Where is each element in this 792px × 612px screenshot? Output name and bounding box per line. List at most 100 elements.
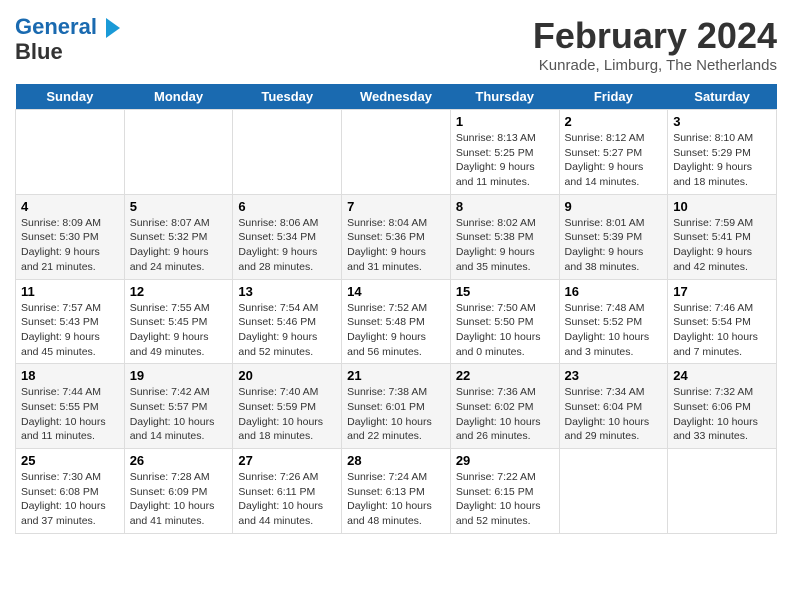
day-info: Sunrise: 8:06 AMSunset: 5:34 PMDaylight:… bbox=[238, 216, 336, 275]
day-cell: 10 Sunrise: 7:59 AMSunset: 5:41 PMDayligh… bbox=[668, 194, 777, 279]
day-cell: 1Sunrise: 8:13 AMSunset: 5:25 PMDaylight… bbox=[450, 110, 559, 195]
day-number: 2 bbox=[565, 114, 663, 129]
day-cell: 24 Sunrise: 7:32 AMSunset: 6:06 PMDayligh… bbox=[668, 364, 777, 449]
logo-arrow-icon bbox=[106, 18, 120, 38]
day-number: 7 bbox=[347, 199, 445, 214]
day-cell: 11 Sunrise: 7:57 AMSunset: 5:43 PMDayligh… bbox=[16, 279, 125, 364]
day-info: Sunrise: 8:01 AMSunset: 5:39 PMDaylight:… bbox=[565, 216, 663, 275]
day-info: Sunrise: 7:55 AMSunset: 5:45 PMDaylight:… bbox=[130, 301, 228, 360]
day-cell: 4 Sunrise: 8:09 AMSunset: 5:30 PMDaylight… bbox=[16, 194, 125, 279]
day-cell: 7 Sunrise: 8:04 AMSunset: 5:36 PMDaylight… bbox=[342, 194, 451, 279]
day-cell: 13 Sunrise: 7:54 AMSunset: 5:46 PMDayligh… bbox=[233, 279, 342, 364]
day-cell: 5 Sunrise: 8:07 AMSunset: 5:32 PMDaylight… bbox=[124, 194, 233, 279]
day-info: Sunrise: 8:12 AMSunset: 5:27 PMDaylight:… bbox=[565, 131, 663, 190]
day-info: Sunrise: 8:09 AMSunset: 5:30 PMDaylight:… bbox=[21, 216, 119, 275]
day-cell: 12 Sunrise: 7:55 AMSunset: 5:45 PMDayligh… bbox=[124, 279, 233, 364]
day-info: Sunrise: 7:26 AMSunset: 6:11 PMDaylight:… bbox=[238, 470, 336, 529]
day-number: 26 bbox=[130, 453, 228, 468]
day-info: Sunrise: 7:36 AMSunset: 6:02 PMDaylight:… bbox=[456, 385, 554, 444]
day-cell bbox=[668, 449, 777, 534]
day-cell: 26 Sunrise: 7:28 AMSunset: 6:09 PMDayligh… bbox=[124, 449, 233, 534]
day-number: 27 bbox=[238, 453, 336, 468]
week-row-1: 1Sunrise: 8:13 AMSunset: 5:25 PMDaylight… bbox=[16, 110, 777, 195]
weekday-header-saturday: Saturday bbox=[668, 84, 777, 110]
logo-blue: Blue bbox=[15, 39, 120, 65]
day-info: Sunrise: 8:07 AMSunset: 5:32 PMDaylight:… bbox=[130, 216, 228, 275]
day-cell bbox=[233, 110, 342, 195]
day-number: 20 bbox=[238, 368, 336, 383]
weekday-header-friday: Friday bbox=[559, 84, 668, 110]
weekday-header-tuesday: Tuesday bbox=[233, 84, 342, 110]
month-year: February 2024 bbox=[533, 15, 777, 57]
day-cell bbox=[124, 110, 233, 195]
day-cell: 16 Sunrise: 7:48 AMSunset: 5:52 PMDayligh… bbox=[559, 279, 668, 364]
day-number: 21 bbox=[347, 368, 445, 383]
day-number: 23 bbox=[565, 368, 663, 383]
day-info: Sunrise: 7:46 AMSunset: 5:54 PMDaylight:… bbox=[673, 301, 771, 360]
day-number: 9 bbox=[565, 199, 663, 214]
logo: General Blue bbox=[15, 15, 120, 65]
day-cell: 20 Sunrise: 7:40 AMSunset: 5:59 PMDayligh… bbox=[233, 364, 342, 449]
day-number: 28 bbox=[347, 453, 445, 468]
day-cell: 25 Sunrise: 7:30 AMSunset: 6:08 PMDayligh… bbox=[16, 449, 125, 534]
day-cell: 17Sunrise: 7:46 AMSunset: 5:54 PMDayligh… bbox=[668, 279, 777, 364]
day-number: 18 bbox=[21, 368, 119, 383]
day-info: Sunrise: 7:38 AMSunset: 6:01 PMDaylight:… bbox=[347, 385, 445, 444]
day-number: 19 bbox=[130, 368, 228, 383]
day-info: Sunrise: 7:48 AMSunset: 5:52 PMDaylight:… bbox=[565, 301, 663, 360]
day-number: 11 bbox=[21, 284, 119, 299]
day-cell: 6 Sunrise: 8:06 AMSunset: 5:34 PMDaylight… bbox=[233, 194, 342, 279]
weekday-header-sunday: Sunday bbox=[16, 84, 125, 110]
calendar-table: SundayMondayTuesdayWednesdayThursdayFrid… bbox=[15, 84, 777, 534]
day-number: 4 bbox=[21, 199, 119, 214]
day-info: Sunrise: 7:30 AMSunset: 6:08 PMDaylight:… bbox=[21, 470, 119, 529]
day-info: Sunrise: 7:22 AMSunset: 6:15 PMDaylight:… bbox=[456, 470, 554, 529]
weekday-header-wednesday: Wednesday bbox=[342, 84, 451, 110]
day-cell: 28 Sunrise: 7:24 AMSunset: 6:13 PMDayligh… bbox=[342, 449, 451, 534]
day-cell bbox=[342, 110, 451, 195]
day-number: 16 bbox=[565, 284, 663, 299]
day-cell: 21 Sunrise: 7:38 AMSunset: 6:01 PMDayligh… bbox=[342, 364, 451, 449]
day-number: 10 bbox=[673, 199, 771, 214]
day-info: Sunrise: 7:40 AMSunset: 5:59 PMDaylight:… bbox=[238, 385, 336, 444]
day-info: Sunrise: 7:42 AMSunset: 5:57 PMDaylight:… bbox=[130, 385, 228, 444]
day-cell: 15Sunrise: 7:50 AMSunset: 5:50 PMDayligh… bbox=[450, 279, 559, 364]
day-info: Sunrise: 7:24 AMSunset: 6:13 PMDaylight:… bbox=[347, 470, 445, 529]
day-info: Sunrise: 7:54 AMSunset: 5:46 PMDaylight:… bbox=[238, 301, 336, 360]
day-cell: 23Sunrise: 7:34 AMSunset: 6:04 PMDayligh… bbox=[559, 364, 668, 449]
day-number: 13 bbox=[238, 284, 336, 299]
page-header: General Blue February 2024 Kunrade, Limb… bbox=[15, 15, 777, 74]
day-info: Sunrise: 7:59 AMSunset: 5:41 PMDaylight:… bbox=[673, 216, 771, 275]
day-number: 24 bbox=[673, 368, 771, 383]
day-cell: 27 Sunrise: 7:26 AMSunset: 6:11 PMDayligh… bbox=[233, 449, 342, 534]
day-info: Sunrise: 8:13 AMSunset: 5:25 PMDaylight:… bbox=[456, 131, 554, 190]
weekday-header-thursday: Thursday bbox=[450, 84, 559, 110]
title-block: February 2024 Kunrade, Limburg, The Neth… bbox=[533, 15, 777, 74]
day-number: 12 bbox=[130, 284, 228, 299]
day-number: 6 bbox=[238, 199, 336, 214]
day-cell: 3 Sunrise: 8:10 AMSunset: 5:29 PMDaylight… bbox=[668, 110, 777, 195]
day-cell: 19 Sunrise: 7:42 AMSunset: 5:57 PMDayligh… bbox=[124, 364, 233, 449]
day-info: Sunrise: 7:32 AMSunset: 6:06 PMDaylight:… bbox=[673, 385, 771, 444]
day-number: 14 bbox=[347, 284, 445, 299]
day-number: 29 bbox=[456, 453, 554, 468]
day-info: Sunrise: 7:52 AMSunset: 5:48 PMDaylight:… bbox=[347, 301, 445, 360]
day-info: Sunrise: 7:57 AMSunset: 5:43 PMDaylight:… bbox=[21, 301, 119, 360]
day-cell: 2 Sunrise: 8:12 AMSunset: 5:27 PMDaylight… bbox=[559, 110, 668, 195]
day-cell: 29 Sunrise: 7:22 AMSunset: 6:15 PMDayligh… bbox=[450, 449, 559, 534]
day-cell bbox=[559, 449, 668, 534]
week-row-2: 4 Sunrise: 8:09 AMSunset: 5:30 PMDaylight… bbox=[16, 194, 777, 279]
day-number: 3 bbox=[673, 114, 771, 129]
day-number: 25 bbox=[21, 453, 119, 468]
day-cell: 22Sunrise: 7:36 AMSunset: 6:02 PMDayligh… bbox=[450, 364, 559, 449]
day-cell: 18 Sunrise: 7:44 AMSunset: 5:55 PMDayligh… bbox=[16, 364, 125, 449]
logo-text: General bbox=[15, 15, 120, 39]
week-row-3: 11 Sunrise: 7:57 AMSunset: 5:43 PMDayligh… bbox=[16, 279, 777, 364]
day-number: 5 bbox=[130, 199, 228, 214]
day-info: Sunrise: 7:50 AMSunset: 5:50 PMDaylight:… bbox=[456, 301, 554, 360]
day-info: Sunrise: 7:28 AMSunset: 6:09 PMDaylight:… bbox=[130, 470, 228, 529]
day-info: Sunrise: 8:04 AMSunset: 5:36 PMDaylight:… bbox=[347, 216, 445, 275]
day-info: Sunrise: 7:44 AMSunset: 5:55 PMDaylight:… bbox=[21, 385, 119, 444]
day-info: Sunrise: 8:10 AMSunset: 5:29 PMDaylight:… bbox=[673, 131, 771, 190]
week-row-5: 25 Sunrise: 7:30 AMSunset: 6:08 PMDayligh… bbox=[16, 449, 777, 534]
